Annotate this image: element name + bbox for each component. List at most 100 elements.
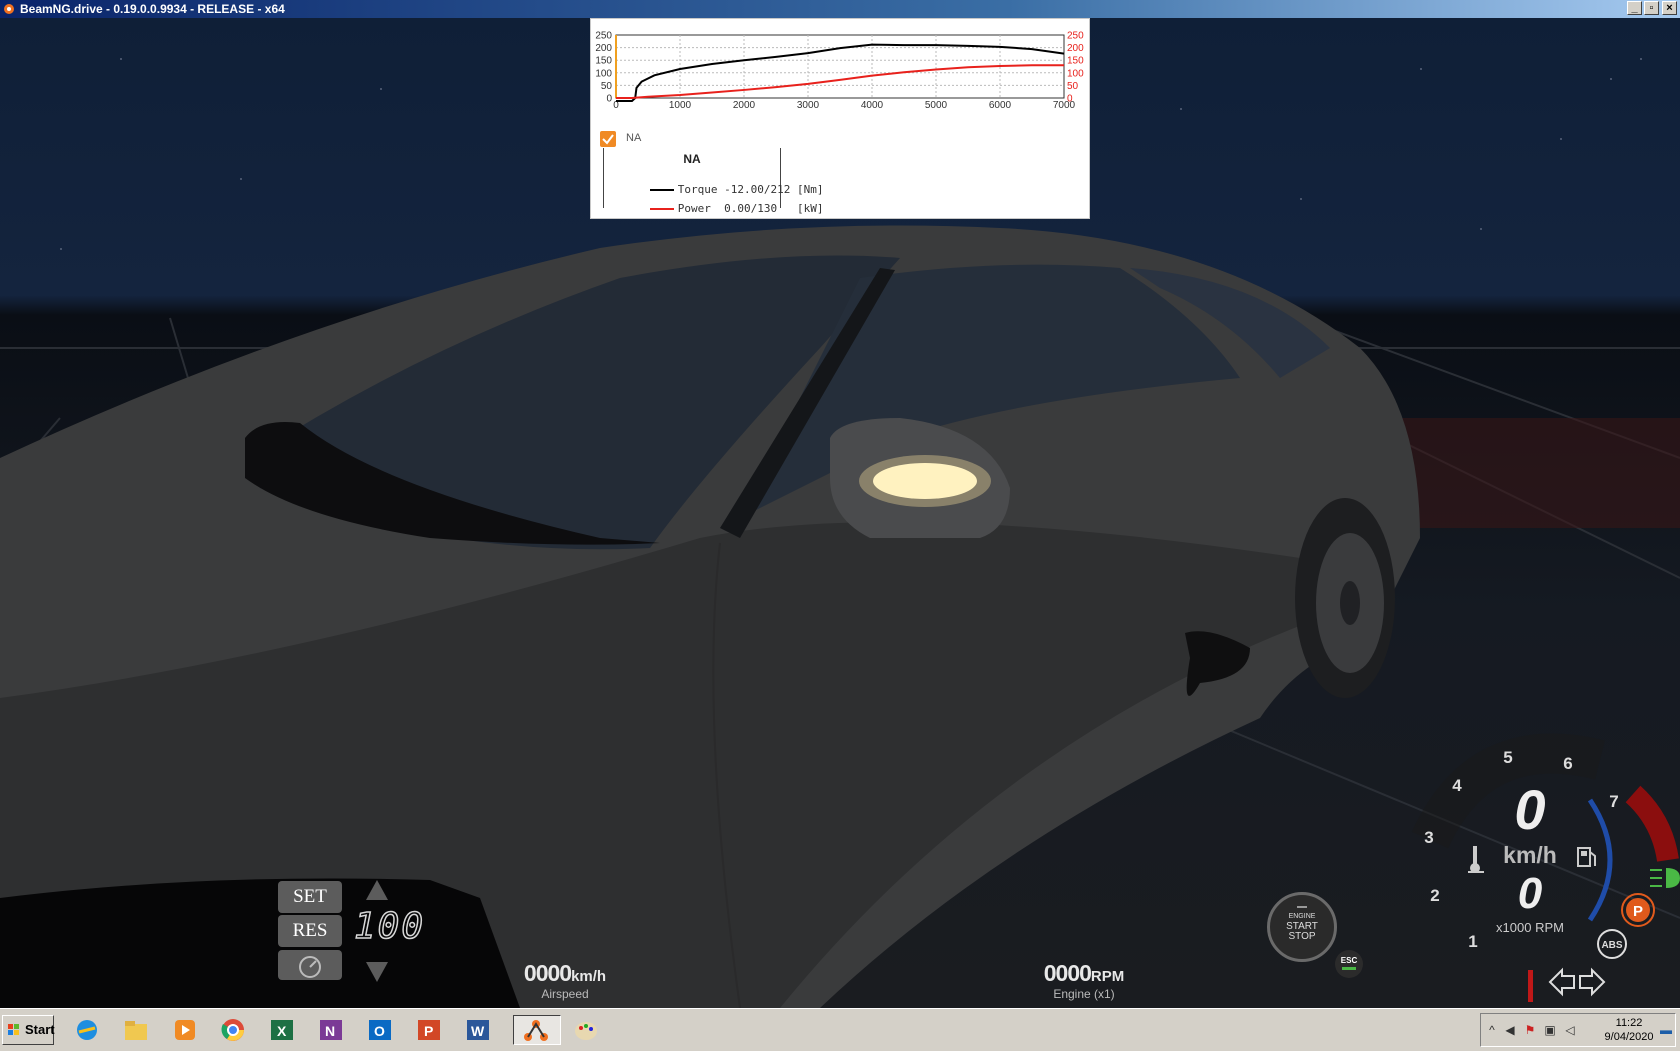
x-tick-label: 3000 [797, 100, 820, 111]
legend-title: NA [683, 152, 701, 166]
gauge-rpm-unit: x1000 RPM [1496, 920, 1564, 935]
y-left-tick-label: 200 [595, 43, 612, 54]
torque-curve-panel: 0 1000 2000 3000 4000 5000 6000 7000 250 200 150 10… [590, 18, 1090, 219]
outlook-icon[interactable]: O [361, 1015, 399, 1045]
powerpoint-icon[interactable]: P [410, 1015, 448, 1045]
checkmark-icon [602, 134, 614, 145]
abs-icon: ABS [1597, 929, 1627, 959]
speaker-muted-icon[interactable]: ◀ [1503, 1023, 1517, 1037]
window-title: BeamNG.drive - 0.19.0.0.9934 - RELEASE -… [20, 2, 285, 16]
cruise-down-arrow[interactable] [366, 962, 388, 982]
windows-flag-icon [8, 1024, 19, 1035]
svg-text:O: O [374, 1023, 385, 1039]
y-left-tick-label: 50 [601, 81, 613, 92]
beamng-app-icon [4, 4, 14, 14]
svg-text:W: W [471, 1023, 485, 1039]
paint-icon[interactable] [567, 1015, 605, 1045]
y-right-tick-label: 100 [1067, 68, 1084, 79]
chrome-icon[interactable] [214, 1015, 252, 1045]
power-swatch [649, 208, 674, 210]
fuel-pump-icon [1577, 847, 1596, 867]
internet-explorer-icon[interactable] [68, 1015, 106, 1045]
gauge-speed-unit: km/h [1503, 842, 1557, 868]
restore-button[interactable]: ▫ [1644, 1, 1659, 15]
x-tick-label: 1000 [669, 100, 692, 111]
airspeed-label: Airspeed [541, 987, 589, 1001]
rpm-number-5: 5 [1503, 748, 1513, 767]
legend-table: NA Torque -12.00/212 [Nm] Power 0.00/130… [603, 148, 823, 215]
engine-readout: 0000RPM Engine (x1) [1024, 960, 1144, 1001]
cruise-set-button[interactable]: SET [278, 881, 342, 913]
clock-time: 11:22 [1615, 1017, 1643, 1029]
rpm-number-3: 3 [1424, 828, 1434, 847]
onenote-icon[interactable]: N [312, 1015, 350, 1045]
media-player-icon[interactable] [166, 1015, 204, 1045]
throttle-bar [1528, 970, 1533, 1002]
headlight-icon [1650, 868, 1680, 888]
redline-arc [1625, 785, 1679, 862]
y-left-tick-label: 150 [595, 56, 612, 67]
network-icon[interactable]: ▣ [1543, 1023, 1557, 1037]
word-icon[interactable]: W [459, 1015, 497, 1045]
svg-text:ABS: ABS [1601, 940, 1622, 951]
y-right-tick-label: 150 [1067, 56, 1084, 67]
na-checkbox[interactable] [600, 131, 616, 147]
speedometer-icon [299, 956, 321, 978]
svg-text:X: X [277, 1023, 287, 1039]
legend-row-power: Power 0.00/130 [kW] [610, 189, 823, 228]
rpm-number-6: 6 [1563, 754, 1573, 773]
airspeed-readout: 0000km/h Airspeed [505, 960, 625, 1001]
show-desktop-icon[interactable]: ▬ [1659, 1023, 1673, 1037]
x-tick-label: 5000 [925, 100, 948, 111]
temperature-icon [1468, 846, 1484, 873]
start-button[interactable]: Start [2, 1015, 55, 1045]
engine-label: Engine (x1) [1053, 987, 1115, 1001]
x-tick-label: 2000 [733, 100, 756, 111]
left-turn-signal-icon [1548, 967, 1575, 997]
minimize-button[interactable]: _ [1627, 1, 1642, 15]
rpm-number-7: 7 [1609, 792, 1619, 811]
excel-icon[interactable]: X [263, 1015, 301, 1045]
x-tick-label: 6000 [989, 100, 1012, 111]
power-dash-icon [1297, 906, 1307, 908]
cruise-speed-display: 100 [353, 905, 426, 948]
y-right-tick-label: 50 [1067, 81, 1079, 92]
parking-brake-icon: P [1621, 893, 1655, 927]
esc-status-bar [1342, 967, 1356, 970]
y-left-tick-label: 100 [595, 68, 612, 79]
rpm-number-4: 4 [1452, 776, 1462, 795]
svg-text:P: P [1633, 903, 1643, 920]
action-center-icon[interactable]: ⚑ [1523, 1023, 1537, 1037]
esc-indicator: ESC [1335, 950, 1363, 978]
fuel-level-arc [1587, 798, 1613, 922]
window-title-bar[interactable]: BeamNG.drive - 0.19.0.0.9934 - RELEASE -… [0, 0, 1680, 18]
engine-start-stop-button[interactable]: ENGINE START STOP [1267, 892, 1337, 962]
cruise-up-arrow[interactable] [366, 880, 388, 900]
volume-icon[interactable]: ◁ [1563, 1023, 1577, 1037]
cruise-res-button[interactable]: RES [278, 915, 342, 947]
show-hidden-icons-icon[interactable]: ^ [1485, 1023, 1499, 1037]
engine-rpm-unit: RPM [1090, 968, 1125, 985]
power-curve [616, 64, 1064, 99]
y-left-tick-label: 0 [606, 94, 612, 105]
system-tray: ^ ◀ ⚑ ▣ ◁ 11:22 9/04/2020 ▬ [1480, 1013, 1676, 1047]
rpm-number-2: 2 [1430, 886, 1440, 905]
rpm-number-1: 1 [1468, 932, 1478, 951]
y-right-tick-label: 250 [1067, 31, 1084, 42]
x-tick-label: 4000 [861, 100, 884, 111]
y-right-tick-label: 200 [1067, 43, 1084, 54]
gauge-rpm-value: 0 [1517, 869, 1543, 918]
beamng-taskbar-icon[interactable] [513, 1015, 561, 1045]
svg-text:N: N [325, 1023, 335, 1039]
airspeed-unit: km/h [571, 968, 607, 985]
cruise-toggle-button[interactable] [278, 950, 342, 980]
file-explorer-icon[interactable] [117, 1015, 155, 1045]
taskbar-clock[interactable]: 11:22 9/04/2020 [1599, 1016, 1659, 1044]
right-turn-signal-icon [1579, 967, 1606, 997]
na-checkbox-label: NA [626, 132, 642, 144]
clock-date: 9/04/2020 [1604, 1031, 1654, 1043]
close-button[interactable]: × [1662, 1, 1677, 15]
power-legend-text: Power 0.00/130 [kW] [677, 202, 824, 215]
start-label: Start [25, 1022, 55, 1037]
y-left-tick-label: 250 [595, 31, 612, 42]
